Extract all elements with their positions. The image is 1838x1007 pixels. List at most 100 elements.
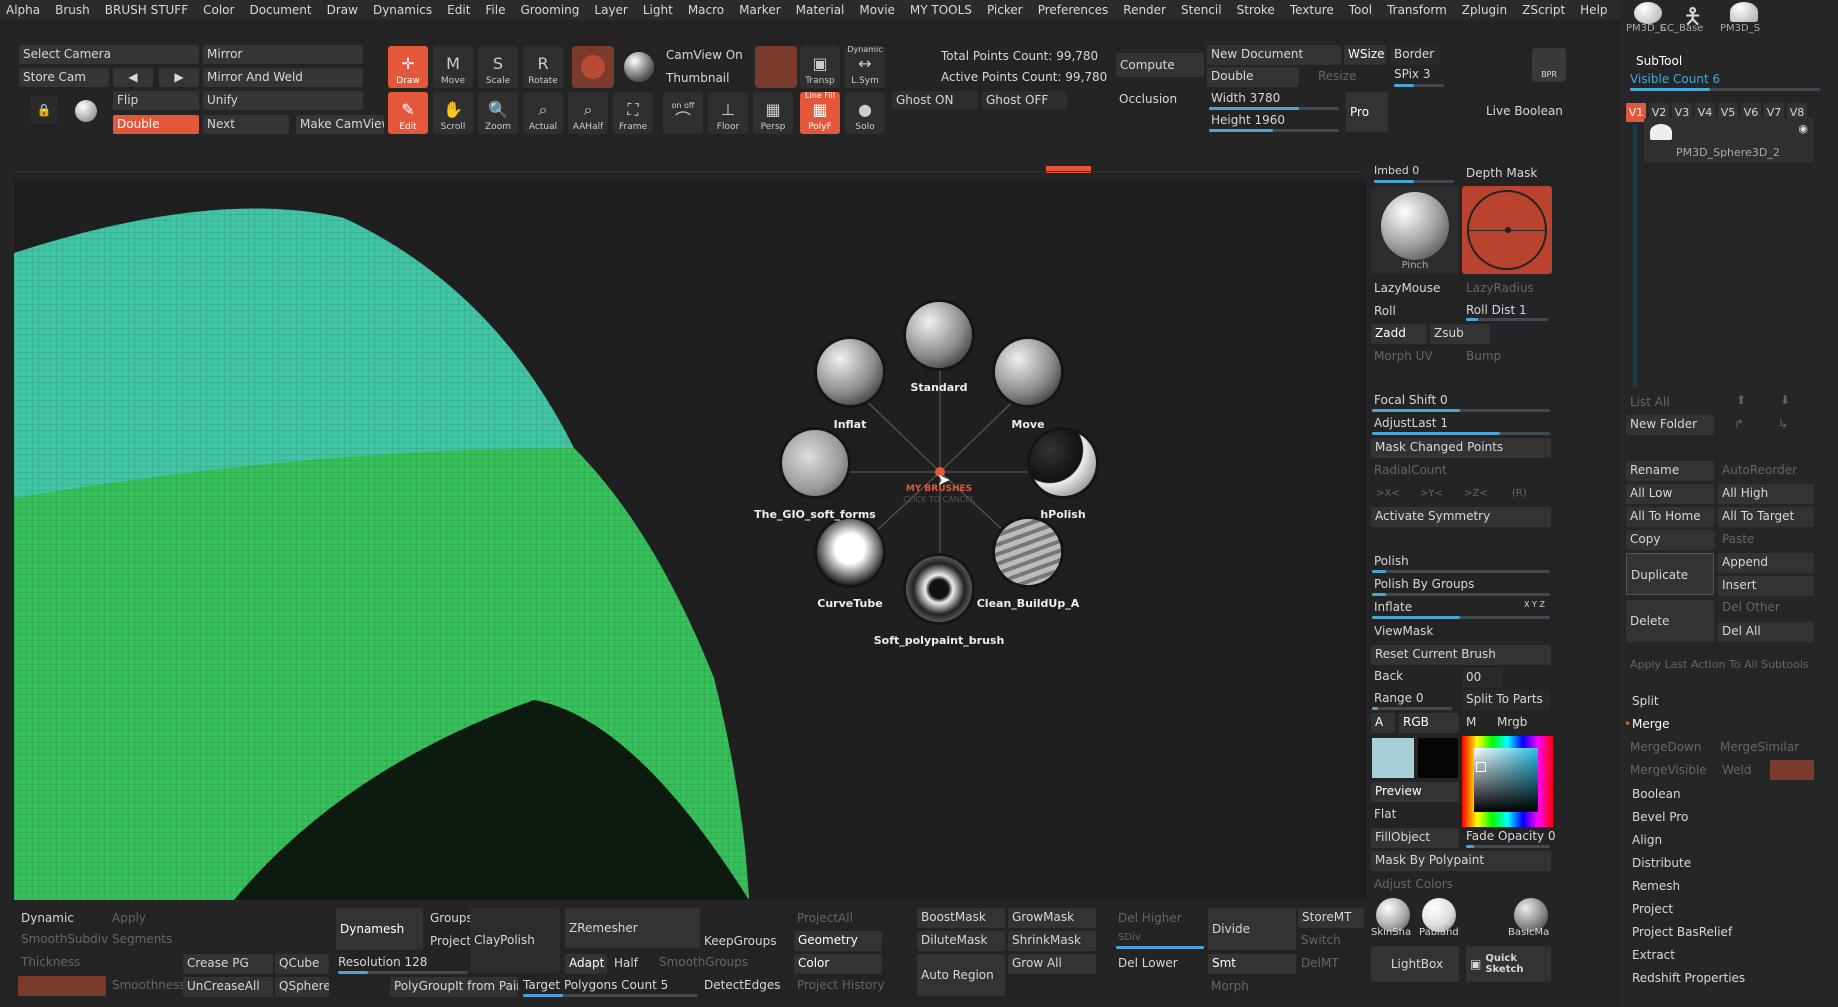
resize-button[interactable]: Resize	[1318, 69, 1356, 83]
menu-item-help[interactable]: Help	[1580, 3, 1607, 17]
storemt-button[interactable]: StoreMT	[1298, 908, 1364, 928]
bevel-pro-section[interactable]: Bevel Pro	[1632, 810, 1688, 824]
live-boolean-button[interactable]: Live Boolean	[1486, 104, 1563, 118]
mirror-button[interactable]: Mirror	[203, 45, 363, 64]
menu-item-my-tools[interactable]: MY TOOLS	[910, 3, 972, 17]
floor-button[interactable]: ⊥ Floor	[708, 92, 748, 134]
lightbox-button[interactable]: LightBox	[1371, 946, 1459, 982]
mask-by-polypaint-button[interactable]: Mask By Polypaint	[1371, 851, 1551, 871]
menu-item-transform[interactable]: Transform	[1387, 3, 1447, 17]
adjust-last-slider[interactable]: AdjustLast 1	[1374, 416, 1448, 430]
menu-item-brush[interactable]: Brush	[55, 3, 90, 17]
rename-button[interactable]: Rename	[1626, 461, 1714, 481]
apply-last-action-button[interactable]: Apply Last Action To All Subtools	[1630, 658, 1809, 671]
brush-hpolish-icon[interactable]	[1030, 430, 1096, 496]
boostmask-button[interactable]: BoostMask	[917, 908, 1005, 928]
focal-shift-slider[interactable]: Focal Shift 0	[1374, 393, 1448, 407]
projectall-button[interactable]: ProjectAll	[797, 911, 853, 925]
menu-item-edit[interactable]: Edit	[447, 3, 470, 17]
a-button[interactable]: A	[1371, 713, 1395, 733]
preview-button[interactable]: Preview	[1371, 782, 1459, 802]
mesh-view[interactable]	[14, 178, 1366, 900]
autoreorder-button[interactable]: AutoReorder	[1722, 463, 1797, 477]
menu-item-stroke[interactable]: Stroke	[1237, 3, 1275, 17]
del-all-button[interactable]: Del All	[1718, 622, 1814, 642]
keepgroups-button[interactable]: KeepGroups	[704, 934, 776, 948]
height-slider[interactable]: Height 1960	[1211, 113, 1285, 127]
menu-item-brush-stuff[interactable]: BRUSH STUFF	[105, 3, 188, 17]
menu-item-color[interactable]: Color	[203, 3, 234, 17]
range-slider-track[interactable]	[1372, 707, 1452, 710]
tool-thumb-cap-icon[interactable]	[1730, 2, 1758, 22]
polygroupit-from-paint-button[interactable]: PolyGroupIt from Paint	[390, 977, 518, 997]
eye-icon[interactable]: ◉	[1798, 122, 1808, 135]
back-slider[interactable]: Back	[1374, 669, 1403, 683]
boolean-section[interactable]: Boolean	[1632, 787, 1681, 801]
uncreaseall-button[interactable]: UnCreaseAll	[183, 977, 273, 997]
morph-uv-button[interactable]: Morph UV	[1374, 349, 1433, 363]
project-section[interactable]: Project	[1632, 902, 1673, 916]
bump-slider[interactable]: Bump	[1466, 349, 1501, 363]
duplicate-button[interactable]: Duplicate	[1626, 553, 1714, 595]
aahalf-button[interactable]: ⌕ AAHalf	[568, 92, 608, 134]
mergevisible-button[interactable]: MergeVisible	[1630, 763, 1707, 777]
visible-count-slider-track[interactable]	[1630, 88, 1820, 91]
subtool-item[interactable]: ◉ PM3D_Sphere3D_2	[1644, 118, 1814, 162]
unify-button[interactable]: Unify	[203, 91, 363, 110]
dynamesh-button[interactable]: Dynamesh	[336, 908, 423, 950]
zsub-button[interactable]: Zsub	[1430, 324, 1490, 344]
viewmask-button[interactable]: ViewMask	[1374, 624, 1433, 638]
adjust-colors-button[interactable]: Adjust Colors	[1374, 877, 1453, 891]
imbed-slider-track[interactable]	[1374, 180, 1454, 183]
double-button[interactable]: Double	[113, 115, 199, 134]
ghost-off-button[interactable]: Ghost OFF	[982, 91, 1067, 110]
activate-symmetry-button[interactable]: Activate Symmetry	[1371, 507, 1551, 527]
compute-button[interactable]: Compute	[1116, 53, 1204, 77]
menu-item-dynamics[interactable]: Dynamics	[373, 3, 432, 17]
brush-swatch-icon[interactable]	[624, 52, 654, 82]
wsize-button[interactable]: WSize	[1344, 45, 1386, 65]
growmask-button[interactable]: GrowMask	[1008, 908, 1096, 928]
delete-button[interactable]: Delete	[1626, 600, 1714, 642]
menu-item-grooming[interactable]: Grooming	[521, 3, 580, 17]
occlusion-button[interactable]: Occlusion	[1119, 92, 1177, 106]
folder-move-up-icon[interactable]: ↱	[1734, 417, 1744, 431]
ghost-on-button[interactable]: Ghost ON	[892, 91, 977, 110]
mirror-and-weld-button[interactable]: Mirror And Weld	[203, 68, 363, 87]
mrgb-button[interactable]: Mrgb	[1497, 715, 1527, 729]
segments-slider[interactable]: Segments	[112, 932, 172, 946]
polish-slider[interactable]: Polish	[1374, 554, 1409, 568]
polyf-button[interactable]: Line Fill ▦ PolyF	[800, 91, 840, 134]
sym-radial-button[interactable]: (R)	[1512, 488, 1527, 499]
redshift-properties-section[interactable]: Redshift Properties	[1632, 971, 1745, 985]
distribute-section[interactable]: Distribute	[1632, 856, 1691, 870]
inflate-slider-track[interactable]	[1372, 616, 1550, 619]
resolution-slider-track[interactable]	[338, 971, 468, 974]
secondary-color-swatch[interactable]	[1418, 738, 1458, 778]
next-button[interactable]: Next	[203, 115, 289, 134]
bpr-button[interactable]: BPR	[1532, 48, 1566, 82]
new-folder-button[interactable]: New Folder	[1626, 415, 1714, 435]
transp-button[interactable]: ▣ Transp	[800, 46, 840, 88]
polish-by-groups-slider[interactable]: Polish By Groups	[1374, 577, 1474, 591]
menu-item-stencil[interactable]: Stencil	[1181, 3, 1222, 17]
menu-item-file[interactable]: File	[485, 3, 505, 17]
weld-button[interactable]: Weld	[1722, 763, 1752, 777]
menu-item-zplugin[interactable]: Zplugin	[1462, 3, 1507, 17]
menu-item-light[interactable]: Light	[643, 3, 673, 17]
qcube-button[interactable]: QCube	[275, 954, 329, 974]
menu-item-picker[interactable]: Picker	[987, 3, 1023, 17]
viewport[interactable]	[14, 178, 1366, 900]
width-slider[interactable]: Width 3780	[1211, 91, 1280, 105]
select-camera-button[interactable]: Select Camera	[19, 45, 199, 64]
move-down-icon[interactable]: ⬇	[1780, 393, 1790, 407]
menu-item-marker[interactable]: Marker	[739, 3, 780, 17]
subtool-scrollbar[interactable]	[1633, 124, 1637, 388]
insert-button[interactable]: Insert	[1718, 576, 1814, 596]
range-slider[interactable]: Range 0	[1374, 691, 1423, 705]
menu-item-zscript[interactable]: ZScript	[1522, 3, 1565, 17]
merge-section[interactable]: Merge	[1632, 717, 1669, 731]
sym-y-button[interactable]: >Y<	[1420, 488, 1443, 499]
fade-opacity-slider[interactable]: Fade Opacity 0	[1466, 829, 1556, 843]
sdiv-slider-track[interactable]	[1116, 946, 1204, 949]
